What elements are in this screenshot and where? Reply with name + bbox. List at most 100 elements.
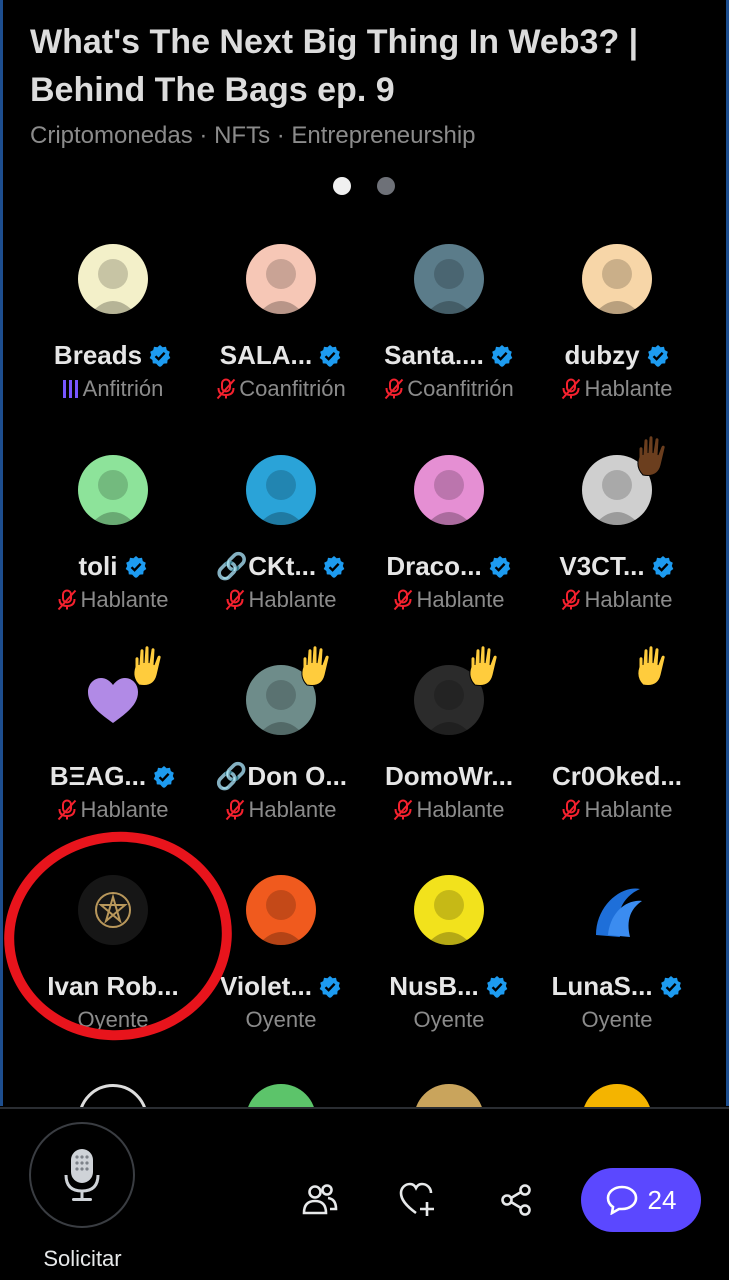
- participant-name: BΞAG...: [49, 761, 147, 791]
- verified-badge-icon: [149, 344, 171, 367]
- raised-hand-icon: [129, 645, 169, 689]
- avatar[interactable]: [246, 875, 316, 945]
- participant-name: 🔗Don O...: [214, 761, 348, 791]
- avatar[interactable]: [414, 244, 484, 314]
- participant-12[interactable]: Cr0Oked... Hablante: [533, 645, 701, 865]
- verified-badge-icon: [319, 975, 341, 998]
- avatar[interactable]: [246, 244, 316, 314]
- participant-role-row: Hablante: [197, 797, 365, 823]
- chat-bubble-icon: [606, 1185, 637, 1215]
- avatar-image: [246, 455, 316, 525]
- chat-button[interactable]: 24: [581, 1168, 701, 1232]
- avatar[interactable]: [246, 455, 316, 525]
- participant-10[interactable]: 🔗Don O... Hablante: [197, 645, 365, 865]
- participant-role: Hablante: [416, 587, 505, 612]
- participant-2[interactable]: SALA... Coanfitrión: [197, 244, 365, 444]
- avatar-image: [78, 244, 148, 314]
- people-icon: [302, 1184, 338, 1215]
- host-bars-icon: [62, 380, 78, 398]
- participant-name-row: DomoWr...: [365, 761, 533, 792]
- mic-off-icon: [58, 589, 77, 611]
- request-mic-button[interactable]: [29, 1122, 135, 1228]
- verified-badge-icon: [319, 344, 341, 367]
- participant-role-row: Oyente: [533, 1007, 701, 1033]
- avatar-image: [414, 455, 484, 525]
- participant-role-row: Hablante: [197, 587, 365, 613]
- heart-plus-icon: [399, 1182, 434, 1216]
- participant-role: Anfitrión: [82, 376, 164, 401]
- avatar-image: [78, 455, 148, 525]
- page-dot-1[interactable]: [333, 177, 351, 195]
- verified-badge-icon: [652, 555, 673, 578]
- participant-role: Hablante: [584, 376, 673, 401]
- participants-button[interactable]: [298, 1178, 342, 1222]
- participant-name: toli: [78, 551, 118, 581]
- space-title: What's The Next Big Thing In Web3? | Beh…: [30, 23, 639, 109]
- participant-role-row: Hablante: [29, 587, 197, 613]
- participant-name-row: BΞAG...: [29, 761, 197, 792]
- participant-name: NusB...: [389, 971, 479, 1001]
- participant-role-row: Hablante: [533, 376, 701, 402]
- participant-15[interactable]: NusB... Oyente: [365, 875, 533, 1075]
- avatar[interactable]: [414, 875, 484, 945]
- avatar[interactable]: [78, 455, 148, 525]
- participant-role: Oyente: [245, 1007, 317, 1032]
- participant-role: Coanfitrión: [239, 376, 346, 401]
- page-indicator: [333, 177, 395, 195]
- participant-5[interactable]: toli Hablante: [29, 455, 197, 655]
- participant-role: Oyente: [581, 1007, 653, 1032]
- participant-3[interactable]: Santa.... Coanfitrión: [365, 244, 533, 444]
- mic-off-icon: [217, 378, 236, 400]
- avatar-image: [582, 244, 652, 314]
- avatar[interactable]: [582, 244, 652, 314]
- page-dot-2[interactable]: [377, 177, 395, 195]
- participant-name-row: Breads: [29, 340, 197, 371]
- share-icon: [501, 1184, 531, 1216]
- participant-6[interactable]: 🔗CKt... Hablante: [197, 455, 365, 655]
- verified-badge-icon: [489, 555, 510, 578]
- space-topics: Criptomonedas · NFTs · Entrepreneurship: [30, 122, 476, 149]
- share-button[interactable]: [494, 1178, 538, 1222]
- mic-off-icon: [562, 378, 581, 400]
- participant-1[interactable]: Breads Anfitrión: [29, 244, 197, 444]
- participant-name-row: Draco...: [365, 551, 533, 582]
- participant-role: Hablante: [80, 587, 169, 612]
- participant-name: Draco...: [386, 551, 482, 581]
- avatar-peek: [414, 1084, 484, 1108]
- participant-name-row: 🔗CKt...: [197, 551, 365, 582]
- mic-off-icon: [226, 589, 245, 611]
- avatar-peek: [246, 1084, 316, 1108]
- participant-role-row: Hablante: [365, 587, 533, 613]
- react-button[interactable]: [396, 1178, 440, 1222]
- participant-16[interactable]: LunaS... Oyente: [533, 875, 701, 1075]
- participant-role: Hablante: [584, 587, 673, 612]
- verified-badge-icon: [486, 975, 508, 998]
- mic-off-icon: [394, 589, 413, 611]
- participant-role: Hablante: [416, 797, 505, 822]
- participant-role: Oyente: [413, 1007, 485, 1032]
- participant-name: DomoWr...: [384, 761, 514, 791]
- participant-7[interactable]: Draco... Hablante: [365, 455, 533, 655]
- participant-name-row: LunaS...: [533, 971, 701, 1002]
- microphone-icon: [64, 1149, 100, 1201]
- raised-hand-icon: [633, 645, 673, 689]
- avatar-image: [246, 875, 316, 945]
- verified-badge-icon: [153, 765, 175, 788]
- verified-badge-icon: [647, 344, 668, 367]
- verified-badge-icon: [660, 975, 681, 998]
- participant-8[interactable]: V3CT... Hablante: [533, 435, 701, 655]
- participant-name-row: toli: [29, 551, 197, 582]
- participant-4[interactable]: dubzy Hablante: [533, 244, 701, 444]
- avatar[interactable]: [582, 875, 652, 945]
- participant-role: Hablante: [584, 797, 673, 822]
- mic-off-icon: [385, 378, 404, 400]
- avatar[interactable]: [414, 455, 484, 525]
- participant-11[interactable]: DomoWr... Hablante: [365, 645, 533, 865]
- avatar[interactable]: [78, 244, 148, 314]
- participant-name-row: 🔗Don O...: [197, 761, 365, 792]
- avatar-image: [414, 875, 484, 945]
- participant-role: Coanfitrión: [407, 376, 514, 401]
- verified-badge-icon: [323, 555, 345, 578]
- raised-hand-icon: [633, 435, 673, 479]
- verified-badge-icon: [125, 555, 146, 578]
